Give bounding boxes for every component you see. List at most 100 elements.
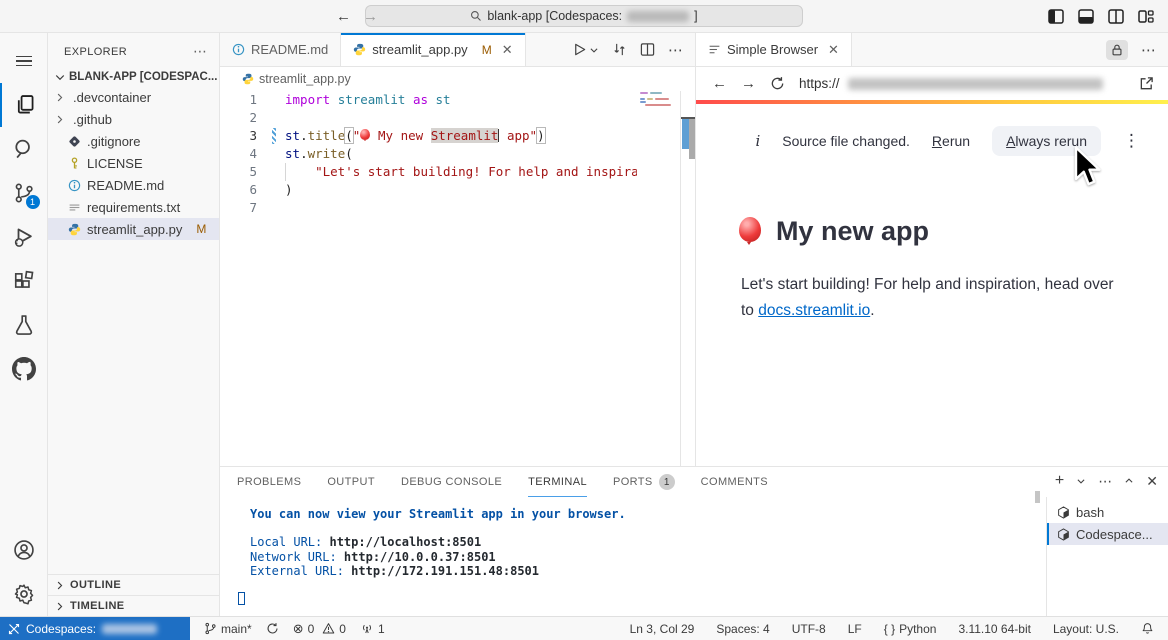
file-github[interactable]: .github [48,108,219,130]
editor-group-browser: Simple Browser ✕ ⋯ ← → [695,33,1168,466]
vscode-window: ← → blank-app [Codespaces: ] [0,0,1168,640]
tab-output[interactable]: OUTPUT [327,467,375,497]
sync-icon [266,622,279,635]
simple-browser-icon [708,43,721,56]
terminal-cube-icon [1057,528,1070,541]
new-terminal-icon[interactable]: + [1055,472,1064,490]
file-license[interactable]: LICENSE [48,152,219,174]
explorer-more-actions[interactable]: ⋯ [193,43,207,60]
editor-more-actions[interactable]: ⋯ [668,41,683,59]
encoding[interactable]: UTF-8 [792,622,826,636]
tab-comments[interactable]: COMMENTS [701,467,768,497]
close-tab-icon[interactable]: ✕ [828,42,839,58]
history-back-icon[interactable]: ← [336,8,351,25]
history-forward-icon[interactable]: → [363,8,378,25]
bell-icon[interactable] [1141,622,1154,635]
python-interpreter[interactable]: 3.11.10 64-bit [958,622,1031,636]
browser-url-bar: ← → https:// [696,67,1168,100]
tab-debug-console[interactable]: DEBUG CONSOLE [401,467,502,497]
timeline-section[interactable]: TIMELINE [48,595,219,616]
activity-run-debug[interactable] [0,215,48,259]
panel-scrollbar[interactable] [1035,491,1040,503]
eol-sequence[interactable]: LF [848,622,862,636]
redacted-url [848,78,1103,90]
customize-layout-icon[interactable] [1138,9,1154,24]
browser-forward-icon[interactable]: → [741,75,756,92]
indentation[interactable]: Spaces: 4 [716,622,769,636]
open-external-icon[interactable] [1139,76,1154,91]
command-center-search[interactable]: blank-app [Codespaces: ] [365,5,803,27]
toggle-panel-icon[interactable] [1078,9,1094,24]
source-changed-status: Source file changed. [782,133,910,149]
highlighted-word: Streamlit [431,128,499,143]
scrollbar-thumb[interactable] [689,119,695,159]
split-editor-icon[interactable] [640,42,655,57]
keyboard-layout[interactable]: Layout: U.S. [1053,622,1119,636]
terminal-output[interactable]: You can now view your Streamlit app in y… [220,497,1046,616]
ruler-selection-mark [682,119,689,149]
app-paragraph: Let's start building! For help and inspi… [741,272,1121,324]
tab-terminal[interactable]: TERMINAL [528,467,587,497]
app-menu-icon[interactable]: ⋮ [1123,131,1140,151]
tab-problems[interactable]: PROBLEMS [237,467,301,497]
accounts-button[interactable] [0,528,48,572]
rerun-link[interactable]: Rerun [932,133,970,149]
menu-button[interactable] [0,39,48,83]
terminal-dropdown-icon[interactable] [1076,476,1086,486]
outline-section[interactable]: OUTLINE [48,574,219,595]
toggle-sidebar-icon[interactable] [1048,9,1064,24]
settings-button[interactable] [0,572,48,616]
close-panel-icon[interactable]: ✕ [1146,473,1158,490]
search-text: blank-app [Codespaces: [487,9,622,23]
close-tab-icon[interactable]: ✕ [502,42,513,58]
language-mode[interactable]: { }Python [884,622,937,636]
session-codespace[interactable]: Codespace... [1047,523,1168,545]
tab-simple-browser[interactable]: Simple Browser ✕ [696,33,852,66]
minimap[interactable] [637,91,680,466]
file-readme[interactable]: README.md [48,174,219,196]
branch-status[interactable]: main* [204,622,252,636]
panel-more-actions[interactable]: ⋯ [1098,473,1112,490]
workspace-root[interactable]: BLANK-APP [CODESPAC... [48,68,219,86]
file-devcontainer[interactable]: .devcontainer [48,86,219,108]
explorer-sidebar: EXPLORER ⋯ BLANK-APP [CODESPAC... .devco… [48,33,220,616]
file-streamlit-app[interactable]: streamlit_app.py M [48,218,219,240]
cursor-position[interactable]: Ln 3, Col 29 [630,622,695,636]
broadcast-icon [360,622,374,635]
activity-github[interactable] [0,347,48,391]
browser-back-icon[interactable]: ← [712,75,727,92]
file-requirements[interactable]: requirements.txt [48,196,219,218]
run-file-icon[interactable] [572,42,587,57]
tab-readme[interactable]: README.md [220,33,341,66]
lock-icon [1110,43,1124,57]
activity-testing[interactable] [0,303,48,347]
file-gitignore[interactable]: .gitignore [48,130,219,152]
activity-source-control[interactable]: 1 [0,171,48,215]
activity-search[interactable] [0,127,48,171]
status-info-icon[interactable]: i [755,132,760,150]
sync-status[interactable] [266,622,279,635]
modified-badge: M [196,222,206,236]
run-dropdown-icon[interactable] [589,45,599,55]
browser-more-actions[interactable]: ⋯ [1141,41,1156,59]
tab-ports[interactable]: PORTS1 [613,467,675,497]
tab-streamlit-app[interactable]: streamlit_app.py M ✕ [341,33,525,66]
reload-icon[interactable] [770,76,785,91]
problems-status[interactable]: ⊗ 0 0 [293,621,346,637]
maximize-panel-icon[interactable] [1124,476,1134,486]
lock-toggle[interactable] [1106,40,1128,60]
session-bash[interactable]: bash [1047,501,1168,523]
open-changes-icon[interactable] [612,42,627,57]
remote-indicator[interactable]: Codespaces: [0,617,190,640]
overview-ruler[interactable] [680,91,695,466]
code-editor[interactable]: 1import streamlit as st 2 3st.title(" My… [220,91,695,466]
activity-explorer[interactable] [0,83,48,127]
git-file-icon [68,135,81,148]
chevron-right-icon [54,114,65,125]
activity-extensions[interactable] [0,259,48,303]
url-field[interactable]: https:// [799,76,1125,91]
breadcrumb[interactable]: streamlit_app.py [220,67,695,91]
forwarded-ports-status[interactable]: 1 [360,622,385,636]
split-editor-icon[interactable] [1108,9,1124,24]
docs-link[interactable]: docs.streamlit.io [758,302,870,319]
